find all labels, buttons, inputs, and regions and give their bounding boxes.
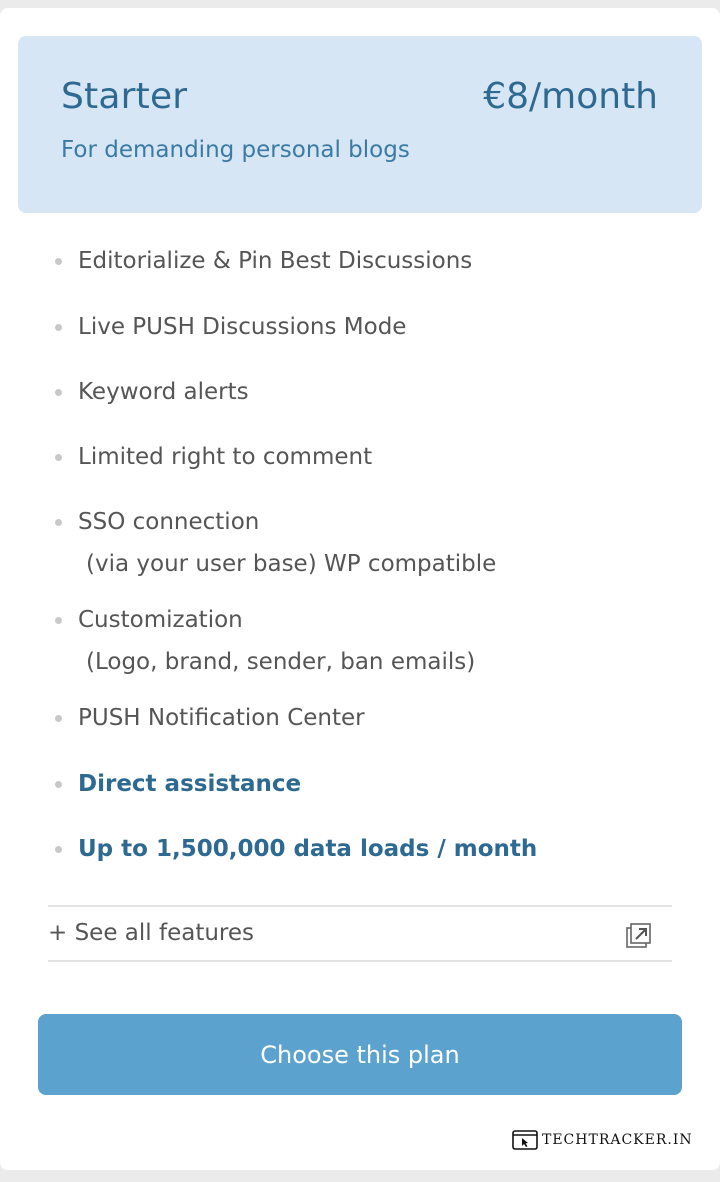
feature-item-highlight: Up to 1,500,000 data loads / month <box>55 836 538 862</box>
bullet-icon <box>55 389 62 396</box>
bullet-icon <box>55 519 62 526</box>
plan-price: €8/month <box>483 76 658 117</box>
divider <box>48 905 672 907</box>
feature-label: PUSH Notification Center <box>78 705 365 731</box>
feature-item: Limited right to comment <box>55 444 373 470</box>
bullet-icon <box>55 617 62 624</box>
feature-item: Editorialize & Pin Best Discussions <box>55 248 473 274</box>
see-all-features-link[interactable]: + See all features <box>48 912 672 954</box>
watermark-text: TECHTRACKER.IN <box>542 1132 693 1148</box>
bullet-icon <box>55 781 62 788</box>
browser-cursor-icon <box>512 1130 538 1150</box>
plan-name: Starter <box>61 76 188 117</box>
choose-plan-button[interactable]: Choose this plan <box>38 1014 682 1095</box>
feature-item: Live PUSH Discussions Mode <box>55 314 407 340</box>
feature-label: Up to 1,500,000 data loads / month <box>78 836 538 862</box>
feature-label: Live PUSH Discussions Mode <box>78 314 407 340</box>
feature-label: Keyword alerts <box>78 379 249 405</box>
plan-description: For demanding personal blogs <box>61 137 410 163</box>
feature-item-highlight: Direct assistance <box>55 771 302 797</box>
external-link-icon <box>626 923 651 948</box>
feature-label: SSO connection <box>78 509 260 535</box>
feature-label: Customization <box>78 607 243 633</box>
bullet-icon <box>55 846 62 853</box>
feature-label: Direct assistance <box>78 771 302 797</box>
pricing-card: Starter €8/month For demanding personal … <box>0 8 720 1170</box>
feature-sublabel: (via your user base) WP compatible <box>86 551 497 577</box>
see-all-features-label: + See all features <box>48 920 255 946</box>
feature-item: Keyword alerts <box>55 379 249 405</box>
feature-label: Editorialize & Pin Best Discussions <box>78 248 473 274</box>
feature-label: Limited right to comment <box>78 444 373 470</box>
feature-item: SSO connection (via your user base) WP c… <box>55 509 497 577</box>
bullet-icon <box>55 258 62 265</box>
bullet-icon <box>55 324 62 331</box>
bullet-icon <box>55 454 62 461</box>
feature-item: PUSH Notification Center <box>55 705 365 731</box>
feature-item: Customization (Logo, brand, sender, ban … <box>55 607 476 675</box>
feature-sublabel: (Logo, brand, sender, ban emails) <box>86 649 476 675</box>
watermark: TECHTRACKER.IN <box>512 1127 693 1153</box>
plan-header: Starter €8/month For demanding personal … <box>18 36 702 213</box>
divider <box>48 960 672 962</box>
bullet-icon <box>55 715 62 722</box>
